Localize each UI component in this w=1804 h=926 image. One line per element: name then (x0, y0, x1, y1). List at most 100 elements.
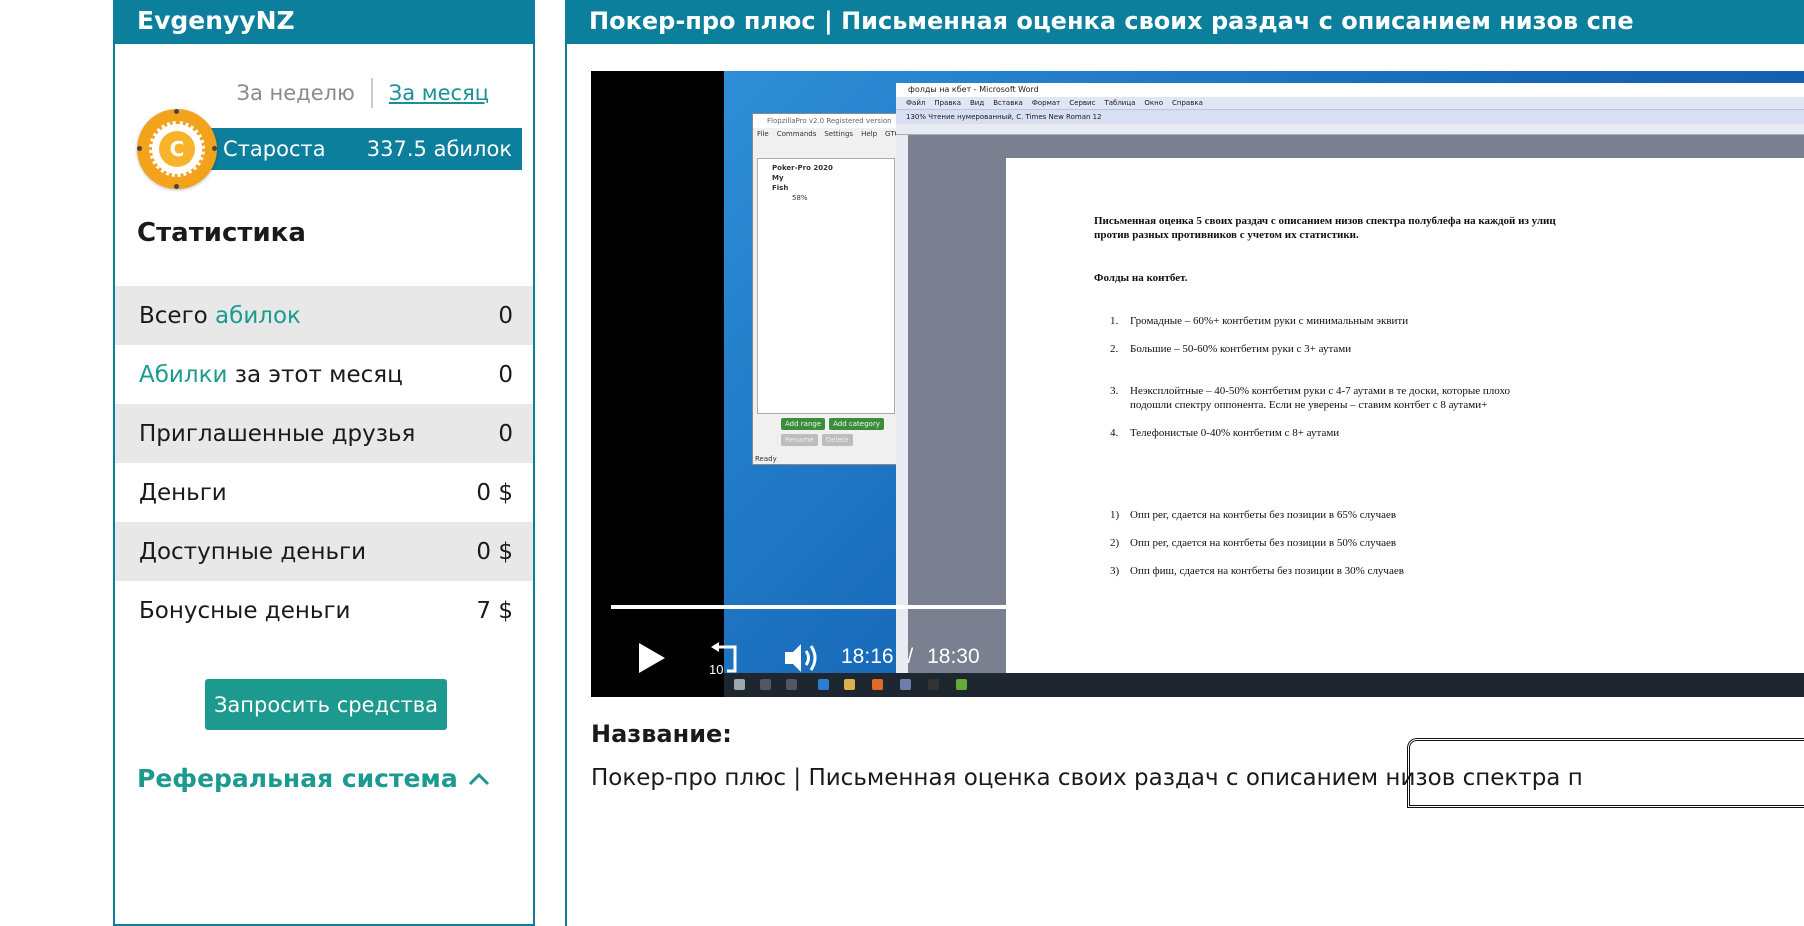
edge-icon (818, 679, 829, 690)
tree-item: Fish (772, 184, 789, 192)
word-taskbar-icon (900, 679, 911, 690)
profile-card: EvgenyyNZ За неделю За месяц Староста 33… (113, 0, 535, 926)
time-display: 18:16 / 18:30 (841, 645, 980, 669)
stat-label-link[interactable]: Абилки (139, 362, 227, 388)
doc-item-number: 2) (1110, 537, 1120, 549)
word-ruler (896, 124, 1804, 135)
rank-bar: Староста 337.5 абилок (185, 128, 522, 170)
doc-item-text: Опп рег, сдается на контбеты без позиции… (1130, 509, 1397, 521)
period-week-link[interactable]: За неделю (237, 81, 371, 105)
doc-item-number: 1. (1110, 315, 1119, 327)
stat-label: Приглашенные друзья (139, 420, 416, 447)
doc-item: 1. Громадные – 60%+ контбетим руки с мини… (1110, 314, 1408, 328)
stat-row: Бонусные деньги 7 $ (115, 581, 533, 640)
word-menu-item: Справка (1172, 99, 1203, 107)
volume-icon[interactable] (783, 641, 823, 675)
doc-item: подошли спектру оппонента. Если не увере… (1110, 398, 1487, 412)
doc-item-text: Телефонистые 0-40% контбетим с 8+ аутами (1130, 427, 1340, 439)
video-title: Покер-про плюс | Письменная оценка своих… (567, 0, 1804, 44)
rank-title: Староста (223, 137, 326, 161)
stat-row: Всего абилок 0 (115, 286, 533, 345)
doc-item: 2. Большие – 50-60% контбетим руки с 3+ а… (1110, 342, 1351, 356)
doc-item-text: Большие – 50-60% контбетим руки с 3+ аут… (1130, 343, 1352, 355)
doc-item-text: Опп фиш, сдается на контбеты без позиции… (1130, 565, 1404, 577)
doc-item-number: 3) (1110, 565, 1120, 577)
chip-dot (174, 109, 179, 114)
video-progress-bar[interactable] (611, 605, 1781, 609)
stat-label: Бонусные деньги (139, 597, 351, 624)
text-cursor-frame (1407, 738, 1804, 808)
stat-value: 0 (498, 361, 513, 388)
flopzilla-menu-item: Help (861, 130, 878, 138)
period-switch: За неделю За месяц (237, 78, 489, 108)
period-month-link[interactable]: За месяц (373, 81, 489, 105)
chevron-up-icon (468, 772, 489, 785)
word-menu-item: Вид (969, 99, 985, 107)
rewind-seconds: 10 (709, 662, 723, 677)
stat-label-link[interactable]: абилок (215, 303, 301, 329)
video-player[interactable]: FlopzillaPro v2.0 Registered version Fil… (591, 71, 1804, 697)
flopzilla-menu: File Commands Settings Help GTO (753, 128, 905, 140)
stat-label: Всего абилок (139, 303, 301, 329)
flopzilla-tree: Poker-Pro 2020 My Fish 58% (757, 158, 895, 414)
fz-add-range: Add range (781, 418, 826, 430)
doc-item: 4. Телефонистые 0-40% контбетим с 8+ аута… (1110, 426, 1339, 440)
word-menu-item: Вставка (993, 99, 1023, 107)
tree-item: My (772, 174, 784, 182)
stat-row: Абилки за этот месяц 0 (115, 345, 533, 404)
stat-value: 0 $ (476, 479, 513, 506)
flopzilla-menu-item: Commands (776, 130, 817, 138)
doc-item-number: 1) (1110, 509, 1120, 521)
flopzilla-menu-item: Settings (824, 130, 854, 138)
request-funds-button[interactable]: Запросить средства (205, 679, 447, 730)
stat-label: Доступные деньги (139, 538, 367, 565)
stat-value: 0 $ (476, 538, 513, 565)
stats-title: Статистика (137, 218, 306, 248)
poker-chip-icon: C (137, 109, 217, 189)
doc-item: 2) Опп рег, сдается на контбеты без позиц… (1110, 536, 1396, 550)
task-view-icon (786, 679, 797, 690)
flopzilla-title: FlopzillaPro v2.0 Registered version (753, 114, 905, 128)
duration: 18:30 (927, 645, 980, 668)
flopzilla-window: FlopzillaPro v2.0 Registered version Fil… (752, 113, 906, 465)
play-icon[interactable] (637, 641, 667, 675)
doc-item-text: Громадные – 60%+ контбетим руки с минима… (1130, 315, 1409, 327)
chip-dot (137, 146, 142, 151)
fz-rename: Rename (781, 434, 818, 446)
word-menu: Файл Правка Вид Вставка Формат Сервис Та… (896, 97, 1804, 109)
doc-item-text: Неэксплойтные – 40-50% контбетим руки с … (1130, 385, 1511, 397)
doc-item-text: Опп рег, сдается на контбеты без позиции… (1130, 537, 1397, 549)
time-separator: / (907, 645, 914, 668)
stat-label: Деньги (139, 479, 227, 506)
word-menu-item: Сервис (1069, 99, 1096, 107)
word-menu-item: Окно (1144, 99, 1164, 107)
taskbar (724, 673, 1804, 697)
fz-add-category: Add category (829, 418, 884, 430)
word-menu-item: Файл (906, 99, 926, 107)
rank-points: 337.5 абилок (366, 137, 512, 161)
doc-item-number: 4. (1110, 427, 1119, 439)
referral-label: Реферальная система (137, 764, 458, 793)
flopzilla-buttons-2: Rename Delete (781, 434, 853, 446)
windows-icon (734, 679, 745, 690)
stat-row: Деньги 0 $ (115, 463, 533, 522)
chip-dot (174, 184, 179, 189)
tree-item: Poker-Pro 2020 (772, 164, 833, 172)
doc-item-text: подошли спектру оппонента. Если не увере… (1130, 399, 1488, 411)
doc-subheading: Фолды на контбет. (1094, 272, 1188, 284)
referral-toggle[interactable]: Реферальная система (137, 764, 490, 793)
tree-item: 58% (792, 194, 808, 202)
folder-icon (844, 679, 855, 690)
word-toolbar: 130% Чтение нумерованный, С. Times New R… (896, 109, 1804, 124)
stat-label-text: за этот месяц (227, 361, 403, 388)
name-label: Название: (591, 720, 732, 748)
doc-item: 1) Опп рег, сдается на контбеты без позиц… (1110, 508, 1396, 522)
flopzilla-buttons: Add range Add category (781, 418, 884, 430)
video-panel: Покер-про плюс | Письменная оценка своих… (565, 0, 1804, 926)
search-icon (760, 679, 771, 690)
app-icon (956, 679, 967, 690)
fz-delete: Delete (821, 434, 853, 446)
stat-label: Абилки за этот месяц (139, 362, 403, 388)
rewind-10-icon[interactable]: 10 (707, 641, 743, 677)
stat-row: Приглашенные друзья 0 (115, 404, 533, 463)
